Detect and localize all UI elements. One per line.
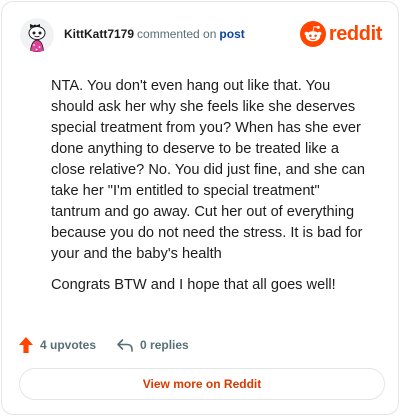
user-avatar[interactable] (20, 18, 54, 52)
comment-body: NTA. You don't even hang out like that. … (51, 76, 367, 296)
upvote-count: 4 upvotes (40, 338, 97, 352)
post-link[interactable]: post (219, 27, 244, 41)
comment-actions: 4 upvotes 0 replies (18, 334, 189, 356)
comment-embed-card: KittKatt7179 commented on post reddit NTA.… (1, 1, 399, 415)
reddit-logo[interactable]: reddit (299, 20, 383, 48)
view-more-button[interactable]: View more on Reddit (19, 368, 385, 400)
reply-button[interactable]: 0 replies (116, 337, 189, 353)
reddit-logo-icon (299, 21, 326, 47)
comment-paragraph: Congrats BTW and I hope that all goes we… (51, 277, 336, 293)
snoo-avatar-icon (20, 18, 54, 52)
upvote-button[interactable]: 4 upvotes (18, 336, 96, 354)
upvote-arrow-icon (19, 337, 33, 353)
comment-verb: commented on (137, 27, 217, 41)
comment-header: KittKatt7179 commented on post reddit (18, 18, 382, 52)
comment-author[interactable]: KittKatt7179 (64, 27, 134, 41)
reply-arrow-icon (117, 339, 133, 352)
comment-paragraph: NTA. You don't even hang out like that. … (51, 78, 365, 262)
reply-count: 0 replies (140, 338, 189, 352)
brand-wordmark: reddit (328, 22, 383, 45)
comment-meta: KittKatt7179 commented on post (64, 27, 245, 41)
